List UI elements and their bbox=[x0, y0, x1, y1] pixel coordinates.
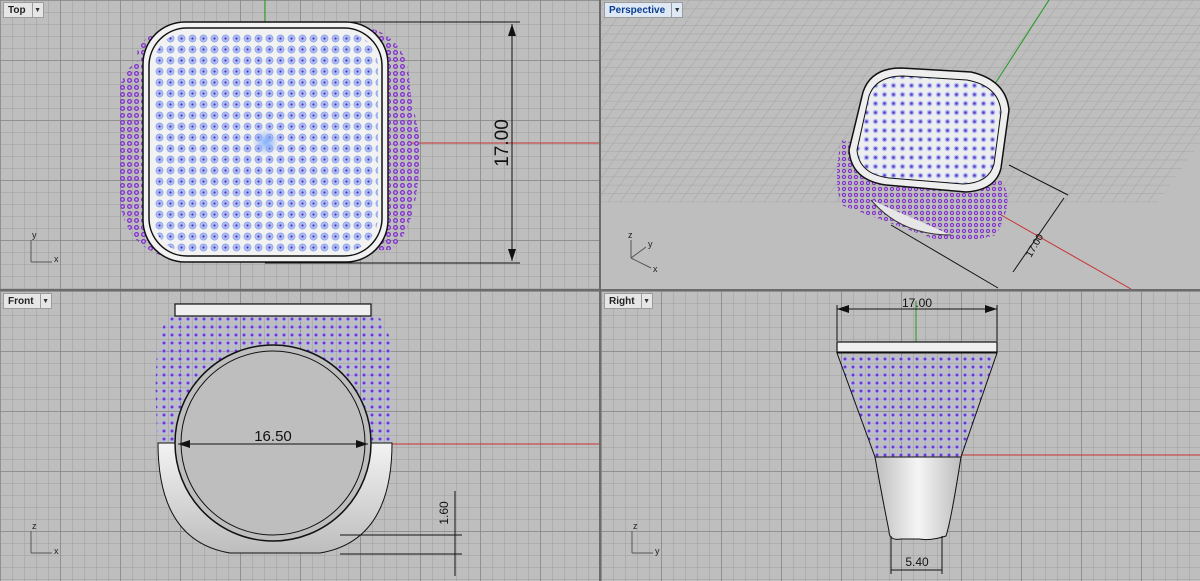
axis-widget-icon: x z bbox=[30, 521, 59, 556]
svg-text:x: x bbox=[653, 264, 658, 274]
viewport-right[interactable]: Right ▼ 17.00 5.40 y z bbox=[601, 291, 1200, 581]
viewport-label: Top bbox=[8, 4, 26, 16]
viewport-front[interactable]: Front ▼ 16.50 1.60 x z bbox=[0, 291, 599, 581]
dimension-extension bbox=[1008, 164, 1069, 196]
dimension-text: 5.40 bbox=[905, 555, 929, 569]
y-axis-line bbox=[990, 0, 1050, 91]
svg-text:x: x bbox=[54, 254, 59, 264]
svg-text:y: y bbox=[648, 239, 653, 249]
viewport-perspective[interactable]: Perspective ▼ 17.00 x y z bbox=[601, 0, 1200, 289]
bezel-profile bbox=[836, 341, 998, 353]
dropdown-arrow-icon[interactable]: ▼ bbox=[39, 294, 51, 308]
axis-widget-icon: x y z bbox=[628, 230, 658, 274]
top-view-canvas: 17.00 x y bbox=[30, 0, 599, 264]
dropdown-arrow-icon[interactable]: ▼ bbox=[31, 3, 43, 17]
arrowhead bbox=[985, 305, 997, 313]
dimension-text: 17.00 bbox=[1024, 232, 1046, 260]
dimension-text: 16.50 bbox=[254, 428, 292, 445]
arrowhead bbox=[508, 249, 516, 261]
viewport-top[interactable]: Top ▼ 17.00 x y bbox=[0, 0, 599, 289]
axis-widget-icon: x y bbox=[30, 230, 59, 264]
dimension-text: 17.00 bbox=[492, 119, 513, 167]
dropdown-arrow-icon[interactable]: ▼ bbox=[640, 294, 652, 308]
viewport-title-right[interactable]: Right ▼ bbox=[604, 293, 653, 309]
viewport-title-perspective[interactable]: Perspective ▼ bbox=[604, 2, 684, 18]
arrowhead bbox=[837, 305, 849, 313]
front-view-canvas: 16.50 1.60 x z bbox=[30, 303, 599, 576]
viewport-label: Right bbox=[609, 295, 635, 307]
svg-text:y: y bbox=[32, 230, 37, 240]
center-stone bbox=[252, 128, 280, 156]
side-pave-band bbox=[836, 352, 998, 458]
viewport-title-front[interactable]: Front ▼ bbox=[3, 293, 52, 309]
svg-text:y: y bbox=[655, 546, 660, 556]
svg-text:x: x bbox=[54, 546, 59, 556]
svg-text:z: z bbox=[628, 230, 633, 240]
dimension-text: 17.00 bbox=[902, 296, 932, 310]
arrowhead bbox=[508, 24, 516, 36]
axis-widget-icon: y z bbox=[631, 521, 660, 556]
x-axis-line bbox=[1000, 214, 1132, 289]
dimension-text: 1.60 bbox=[437, 501, 451, 525]
dropdown-arrow-icon[interactable]: ▼ bbox=[671, 3, 682, 17]
viewport-label: Perspective bbox=[609, 4, 666, 16]
svg-text:z: z bbox=[32, 521, 37, 531]
perspective-view-canvas: 17.00 x y z bbox=[628, 0, 1132, 289]
bezel-profile bbox=[174, 303, 372, 317]
svg-text:z: z bbox=[633, 521, 638, 531]
top-pave-face bbox=[856, 75, 1002, 185]
viewport-title-top[interactable]: Top ▼ bbox=[3, 2, 44, 18]
right-view-canvas: 17.00 5.40 y z bbox=[631, 296, 1200, 574]
shank bbox=[874, 456, 962, 541]
viewport-label: Front bbox=[8, 295, 34, 307]
